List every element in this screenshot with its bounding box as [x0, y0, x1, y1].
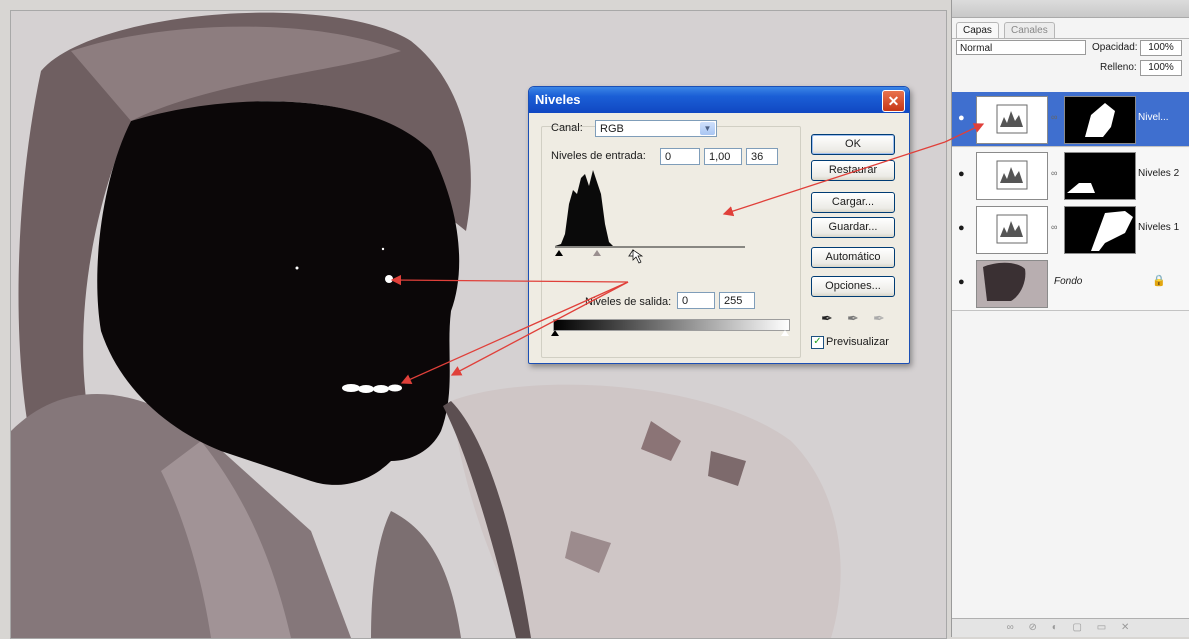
levels-icon: [996, 214, 1028, 244]
panel-tabs: Capas Canales: [952, 20, 1189, 39]
blend-mode-value: Normal: [960, 43, 993, 54]
output-white-slider[interactable]: [781, 330, 789, 336]
black-eyedropper-icon[interactable]: ✒: [821, 310, 833, 327]
layers-panel: Capas Canales Normal Opacidad: 100% Rell…: [951, 0, 1189, 637]
panel-top-strip: [952, 0, 1189, 18]
layer-row-background[interactable]: ● Fondo 🔒: [952, 256, 1189, 311]
preview-label: Previsualizar: [826, 336, 889, 348]
output-black-slider[interactable]: [551, 330, 559, 336]
input-black-field[interactable]: 0: [660, 148, 700, 165]
levels-icon: [996, 160, 1028, 190]
channel-label: Canal:: [551, 122, 583, 134]
tab-layers[interactable]: Capas: [956, 22, 999, 38]
layer-mask-thumbnail[interactable]: [1064, 152, 1136, 200]
eye-icon[interactable]: ●: [958, 168, 965, 180]
fill-field[interactable]: 100%: [1140, 60, 1182, 76]
layer-mask-thumbnail[interactable]: [1064, 206, 1136, 254]
histogram: [555, 170, 745, 264]
link-icon[interactable]: ∞: [1051, 168, 1057, 178]
levels-dialog: Niveles ✕ Canal: RGB ▼ Niveles de entrad…: [528, 86, 910, 364]
output-white-field[interactable]: 255: [719, 292, 755, 309]
eye-icon[interactable]: ●: [958, 276, 965, 288]
mouse-cursor-icon: [632, 249, 644, 264]
channel-select[interactable]: RGB ▼: [595, 120, 717, 137]
adjustment-thumbnail: [976, 206, 1048, 254]
input-levels-label: Niveles de entrada:: [551, 150, 646, 162]
black-point-slider[interactable]: [555, 250, 563, 256]
layer-row-levels-1[interactable]: ● ∞ Niveles 1: [952, 202, 1189, 257]
lock-icon: 🔒: [1152, 275, 1166, 287]
output-black-field[interactable]: 0: [677, 292, 715, 309]
gray-eyedropper-icon[interactable]: ✒: [847, 310, 859, 327]
auto-button[interactable]: Automático: [811, 247, 895, 268]
output-levels-label: Niveles de salida:: [585, 296, 672, 308]
layer-name[interactable]: Fondo: [1054, 276, 1082, 287]
white-eyedropper-icon[interactable]: ✒: [873, 310, 885, 327]
adjustment-thumbnail: [976, 152, 1048, 200]
panel-bottom-toolbar: ∞ ⊘ ◐ ▢ ▭ ✕: [952, 618, 1189, 637]
tab-channels[interactable]: Canales: [1004, 22, 1055, 38]
dialog-title: Niveles: [529, 87, 909, 113]
link-icon[interactable]: ∞: [1051, 112, 1057, 122]
gamma-slider[interactable]: [593, 250, 601, 256]
opacity-field[interactable]: 100%: [1140, 40, 1182, 56]
layer-name[interactable]: Nivel...: [1138, 112, 1169, 123]
channel-value: RGB: [600, 123, 624, 135]
eye-icon[interactable]: ●: [958, 112, 965, 124]
dialog-body: Canal: RGB ▼ Niveles de entrada: 0 1,00 …: [529, 114, 909, 363]
link-icon[interactable]: ∞: [1051, 222, 1057, 232]
layer-name[interactable]: Niveles 1: [1138, 222, 1179, 233]
save-button[interactable]: Guardar...: [811, 217, 895, 238]
preview-checkbox[interactable]: ✓: [811, 336, 824, 349]
close-icon[interactable]: ✕: [882, 90, 905, 112]
layer-row-levels-2[interactable]: ● ∞ Niveles 2: [952, 148, 1189, 203]
input-white-field[interactable]: 36: [746, 148, 778, 165]
fill-label: Relleno:: [1100, 62, 1137, 73]
layer-mask-thumbnail[interactable]: [1064, 96, 1136, 144]
opacity-label: Opacidad:: [1092, 42, 1138, 53]
blend-mode-select[interactable]: Normal: [956, 40, 1086, 55]
load-button[interactable]: Cargar...: [811, 192, 895, 213]
ok-button[interactable]: OK: [811, 134, 895, 155]
options-button[interactable]: Opciones...: [811, 276, 895, 297]
output-gradient-bar[interactable]: [553, 319, 790, 331]
chevron-down-icon: ▼: [700, 122, 715, 135]
levels-icon: [996, 104, 1028, 134]
reset-button[interactable]: Restaurar: [811, 160, 895, 181]
layer-row-levels-3[interactable]: ● ∞ Nivel...: [952, 92, 1189, 147]
layer-name[interactable]: Niveles 2: [1138, 168, 1179, 179]
adjustment-thumbnail: [976, 96, 1048, 144]
background-thumbnail: [976, 260, 1048, 308]
eye-icon[interactable]: ●: [958, 222, 965, 234]
input-gamma-field[interactable]: 1,00: [704, 148, 742, 165]
